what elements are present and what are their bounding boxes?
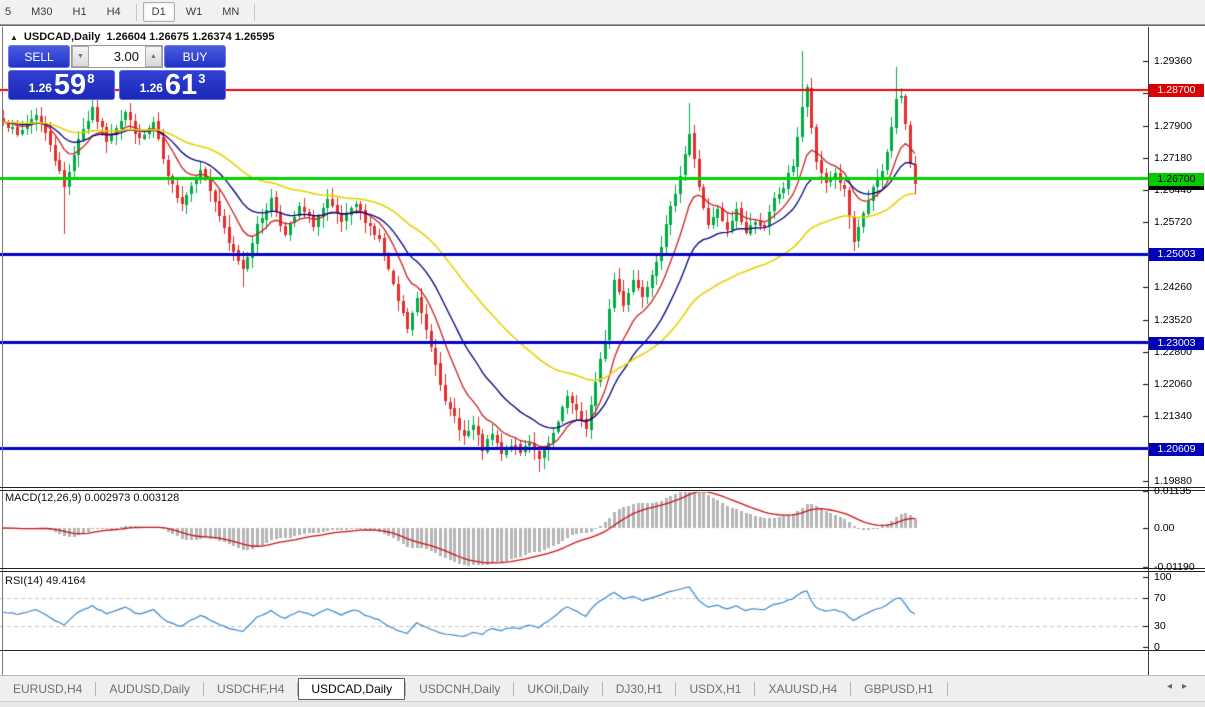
price-axis-tick-label: 1.24260: [1154, 280, 1192, 293]
price-line-badge: 1.25003: [1149, 248, 1204, 261]
buy-button[interactable]: BUY: [164, 45, 226, 68]
timeframe-toolbar: 5 M30 H1 H4 D1 W1 MN: [0, 0, 1205, 25]
price-line-badge: 1.28700: [1149, 84, 1204, 98]
buy-price-box[interactable]: 1.26 61 3: [119, 70, 226, 100]
price-axis-tick-label: 1.21340: [1154, 410, 1192, 423]
chart-ohlc-values: 1.26604 1.26675 1.26374 1.26595: [106, 31, 275, 43]
trading-terminal-window: 5 M30 H1 H4 D1 W1 MN ▲ USDCAD,Daily 1.26604 1.…: [0, 0, 1205, 707]
timeframe-button-5[interactable]: 5: [0, 2, 20, 22]
collapse-chart-icon[interactable]: ▲: [10, 33, 18, 42]
macd-indicator-label: MACD(12,26,9) 0.002973 0.003128: [5, 492, 180, 504]
bottom-strip: [0, 701, 1205, 707]
price-axis-tick-label: 1.29360: [1154, 55, 1192, 67]
pane-separator[interactable]: [0, 568, 1205, 569]
timeframe-button-w1[interactable]: W1: [177, 2, 212, 22]
chart-left-border: [2, 27, 3, 675]
tab-audusd[interactable]: AUDUSD,Daily: [96, 678, 203, 700]
price-line-badge: 1.23003: [1149, 336, 1204, 350]
timeframe-button-h1[interactable]: H1: [64, 2, 96, 22]
buy-price-pip: 3: [198, 71, 206, 86]
sell-price-box[interactable]: 1.26 59 8: [8, 70, 115, 100]
price-axis-tick-label: 1.27180: [1154, 151, 1192, 164]
chart-title: ▲ USDCAD,Daily 1.26604 1.26675 1.26374 1…: [10, 31, 275, 43]
buy-price-main: 61: [164, 69, 198, 101]
price-axis-tick-label: 1.27900: [1154, 119, 1192, 132]
sell-price-main: 59: [53, 69, 87, 101]
timeframe-button-h4[interactable]: H4: [98, 2, 130, 22]
price-axis-tick-label: 1.22060: [1154, 378, 1192, 391]
macd-axis-tick-label: 0.01135: [1154, 484, 1192, 497]
sell-price-pip: 8: [87, 71, 95, 86]
pane-separator: [0, 490, 1205, 491]
volume-decrease-icon[interactable]: ▼: [72, 46, 89, 67]
chart-tab-bar: EURUSD,H4 AUDUSD,Daily USDCHF,H4 USDCAD,Dai…: [0, 675, 1205, 701]
chart-symbol-label: USDCAD,Daily: [23, 31, 101, 43]
buy-price-base: 1.26: [139, 81, 163, 95]
tab-ukoil[interactable]: UKOil,Daily: [514, 678, 601, 700]
tab-usdchf[interactable]: USDCHF,H4: [204, 678, 297, 700]
tab-usdx[interactable]: USDX,H1: [676, 678, 754, 700]
rsi-axis-tick-label: 70: [1154, 592, 1166, 604]
volume-stepper: ▼ 3.00 ▲: [71, 45, 163, 68]
toolbar-separator: [254, 3, 256, 21]
timeframe-button-d1[interactable]: D1: [142, 2, 175, 22]
price-line-badge: 1.26700: [1149, 172, 1204, 186]
sell-button[interactable]: SELL: [8, 45, 70, 68]
tab-scroll-right-icon[interactable]: ▸: [1182, 681, 1197, 692]
price-axis-tick-label: 1.23520: [1154, 313, 1192, 326]
tab-separator: [946, 681, 948, 696]
rsi-axis-tick-label: 0: [1154, 641, 1160, 653]
tab-xauusd[interactable]: XAUUSD,H4: [755, 678, 850, 700]
one-click-trade-panel: SELL ▼ 3.00 ▲ BUY 1.26 59 8 1.26 61 3: [8, 45, 226, 100]
volume-input[interactable]: 3.00: [89, 46, 145, 67]
sell-price-base: 1.26: [28, 81, 52, 95]
timeframe-button-m30[interactable]: M30: [22, 2, 61, 22]
price-axis-tick-label: 1.25720: [1154, 216, 1192, 229]
volume-increase-icon[interactable]: ▲: [145, 46, 162, 67]
tab-eurusd[interactable]: EURUSD,H4: [0, 678, 95, 700]
tab-dj30[interactable]: DJ30,H1: [603, 678, 676, 700]
macd-axis-tick-label: 0.00: [1154, 522, 1175, 534]
tab-usdcad[interactable]: USDCAD,Daily: [298, 677, 406, 700]
price-chart-canvas[interactable]: [0, 27, 1148, 676]
rsi-axis-tick-label: 100: [1154, 571, 1172, 583]
tab-scroll-arrows: ◂▸: [1167, 681, 1197, 692]
pane-separator: [0, 650, 1205, 651]
price-line-badge: 1.20609: [1149, 442, 1204, 456]
rsi-indicator-label: RSI(14) 49.4164: [5, 575, 86, 587]
toolbar-separator: [135, 3, 137, 21]
rsi-axis-tick-label: 30: [1154, 620, 1166, 632]
tab-scroll-left-icon[interactable]: ◂: [1167, 681, 1182, 692]
pane-separator: [0, 571, 1205, 572]
chart-window: ▲ USDCAD,Daily 1.26604 1.26675 1.26374 1…: [0, 25, 1205, 700]
tab-gbpusd[interactable]: GBPUSD,H1: [851, 678, 946, 700]
tab-usdcnh[interactable]: USDCNH,Daily: [406, 678, 513, 700]
pane-separator[interactable]: [0, 487, 1205, 488]
price-axis-divider: [1148, 27, 1149, 675]
timeframe-button-mn[interactable]: MN: [213, 2, 248, 22]
